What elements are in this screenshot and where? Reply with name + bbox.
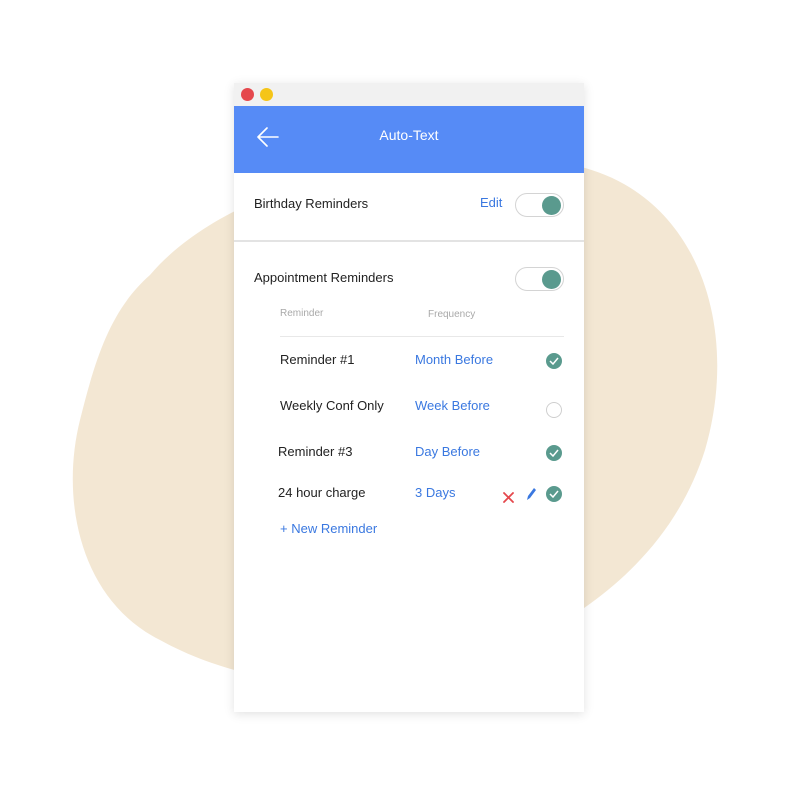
delete-reminder-button[interactable] bbox=[503, 490, 514, 508]
app-window: Auto-Text Birthday Reminders Edit Appoin… bbox=[234, 83, 584, 712]
appointment-reminders-toggle[interactable] bbox=[515, 267, 564, 291]
reminder-frequency-link[interactable]: 3 Days bbox=[415, 485, 455, 500]
pencil-icon bbox=[527, 488, 536, 500]
app-header: Auto-Text bbox=[234, 106, 584, 173]
header-divider bbox=[280, 336, 564, 337]
birthday-reminders-toggle[interactable] bbox=[515, 193, 564, 217]
minimize-window-dot[interactable] bbox=[260, 88, 273, 101]
birthday-reminders-label: Birthday Reminders bbox=[254, 196, 369, 211]
checkmark-icon bbox=[549, 449, 559, 457]
reminder-frequency-link[interactable]: Day Before bbox=[415, 444, 480, 459]
frequency-column-header: Frequency bbox=[428, 309, 476, 320]
toggle-knob bbox=[542, 270, 561, 289]
reminder-name: Weekly Conf Only bbox=[280, 398, 384, 413]
reminder-name: Reminder #1 bbox=[280, 352, 355, 367]
birthday-edit-link[interactable]: Edit bbox=[480, 195, 502, 210]
reminder-frequency-link[interactable]: Week Before bbox=[415, 398, 490, 413]
checkmark-icon bbox=[549, 357, 559, 365]
reminder-frequency-link[interactable]: Month Before bbox=[415, 352, 493, 367]
reminder-active-check[interactable] bbox=[546, 486, 562, 502]
reminder-inactive-check[interactable] bbox=[546, 402, 562, 418]
close-window-dot[interactable] bbox=[241, 88, 254, 101]
appointment-reminders-label: Appointment Reminders bbox=[254, 270, 394, 285]
reminder-active-check[interactable] bbox=[546, 445, 562, 461]
page-title: Auto-Text bbox=[379, 127, 439, 143]
close-icon bbox=[503, 492, 514, 503]
reminder-name: Reminder #3 bbox=[278, 444, 353, 459]
section-divider bbox=[234, 240, 584, 242]
toggle-knob bbox=[542, 196, 561, 215]
reminder-active-check[interactable] bbox=[546, 353, 562, 369]
checkmark-icon bbox=[549, 490, 559, 498]
reminder-column-header: Reminder bbox=[280, 308, 324, 319]
window-titlebar bbox=[234, 83, 584, 106]
edit-reminder-button[interactable] bbox=[526, 487, 537, 506]
new-reminder-link[interactable]: + New Reminder bbox=[280, 521, 377, 536]
reminder-name: 24 hour charge bbox=[278, 485, 366, 500]
